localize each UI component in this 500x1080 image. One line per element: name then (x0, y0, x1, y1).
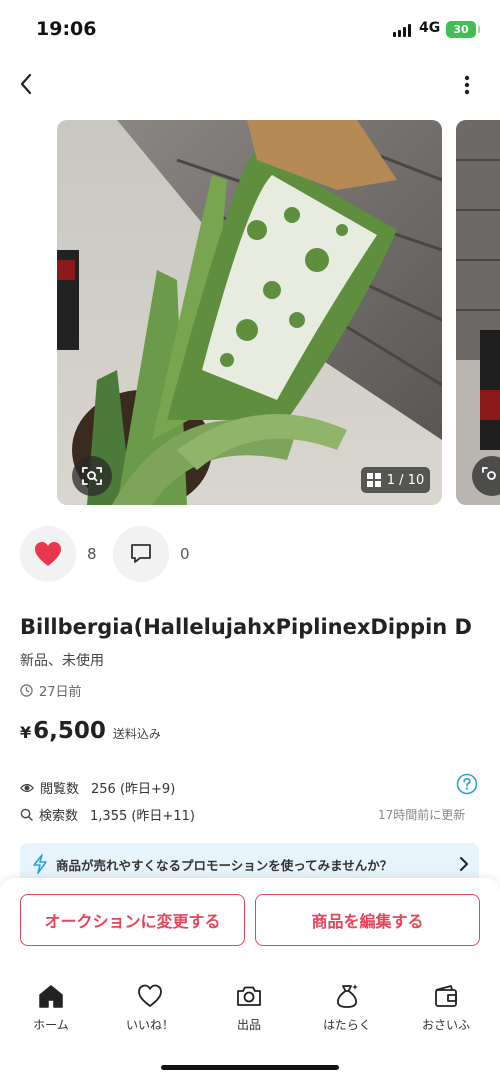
more-vertical-icon[interactable] (456, 72, 478, 98)
search-label: 検索数 (39, 809, 79, 824)
like-button[interactable] (20, 526, 76, 582)
like-count: 8 (87, 545, 97, 563)
product-photo[interactable] (57, 120, 442, 505)
search-value: 1,355 (昨日+11) (90, 809, 195, 824)
tab-work-label: はたらく (323, 1018, 371, 1032)
battery-level: 30 (453, 23, 469, 36)
help-icon[interactable] (456, 773, 478, 795)
shipping-label: 送料込み (112, 727, 161, 741)
heart-icon (35, 542, 61, 566)
posted-time-text: 27日前 (39, 685, 82, 700)
tab-wallet-label: おさいふ (421, 1018, 470, 1032)
change-to-auction-button[interactable]: オークションに変更する (20, 894, 245, 946)
comment-count: 0 (180, 545, 190, 563)
money-bag-icon (337, 984, 358, 1008)
promotion-text: 商品が売れやすくなるプロモーションを使ってみませんか？ (56, 857, 393, 873)
status-time: 19:06 (36, 18, 97, 40)
grid-icon (366, 473, 381, 487)
lightning-icon (33, 854, 47, 874)
tab-likes-label: いいね！ (125, 1018, 174, 1032)
chevron-right-icon (449, 856, 479, 872)
price-symbol: ¥ (20, 723, 32, 742)
heart-outline-icon (138, 984, 162, 1007)
battery-icon: 30 (446, 21, 480, 38)
comment-button[interactable] (113, 526, 169, 582)
back-icon[interactable] (14, 72, 38, 96)
wallet-icon (435, 985, 457, 1007)
price-value: 6,500 (33, 718, 106, 744)
views-value: 256 (昨日+9) (91, 782, 176, 797)
tab-bar: ホーム いいね！ 出品 はたらく おさいふ (0, 982, 500, 1042)
camera-icon (237, 986, 261, 1006)
tab-sell-label: 出品 (236, 1018, 261, 1032)
photo-counter: 1 / 10 (361, 467, 430, 493)
home-icon (39, 985, 63, 1008)
clock-icon (20, 684, 33, 697)
item-condition: 新品、未使用 (20, 653, 104, 669)
search-stat: 検索数 1,355 (昨日+11) (20, 805, 195, 824)
views-stat: 閲覧数 256 (昨日+9) (20, 778, 175, 797)
posted-time: 27日前 (20, 681, 82, 700)
tab-home-label: ホーム (33, 1018, 69, 1032)
item-title: Billbergia(HallelujahxPiplinexDippin D (20, 615, 472, 639)
tab-sell[interactable]: 出品 (209, 982, 289, 1033)
tab-work[interactable]: はたらく (307, 982, 387, 1033)
image-search-icon[interactable] (72, 456, 112, 496)
tab-likes[interactable]: いいね！ (110, 982, 190, 1033)
edit-item-button[interactable]: 商品を編集する (255, 894, 480, 946)
status-bar: 19:06 4G 30 (0, 0, 500, 58)
network-type: 4G (419, 20, 441, 36)
comment-icon (131, 544, 151, 563)
tab-wallet[interactable]: おさいふ (406, 982, 486, 1033)
home-indicator (161, 1065, 339, 1070)
price: ¥ 6,500 送料込み (20, 718, 161, 744)
views-label: 閲覧数 (40, 782, 80, 797)
search-icon (20, 808, 33, 821)
tab-home[interactable]: ホーム (11, 982, 91, 1033)
signal-icon (393, 24, 411, 37)
updated-time: 17時間前に更新 (378, 808, 466, 822)
eye-icon (20, 783, 34, 792)
photo-counter-text: 1 / 10 (386, 472, 425, 488)
next-photo-preview[interactable] (456, 120, 500, 505)
